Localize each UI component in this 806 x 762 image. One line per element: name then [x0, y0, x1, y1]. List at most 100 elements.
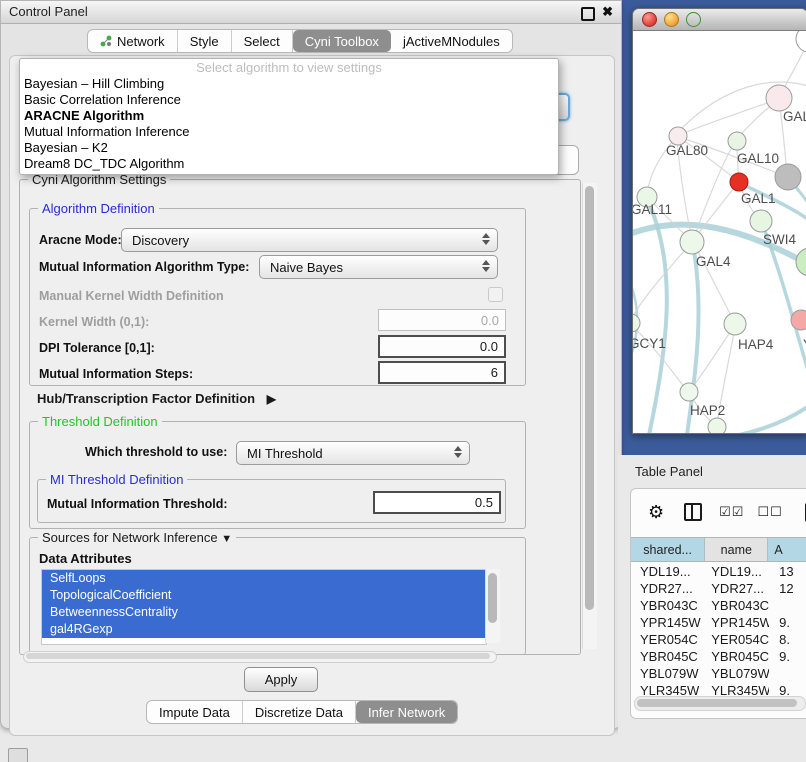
- network-node-y[interactable]: [791, 310, 806, 330]
- close-icon[interactable]: ✖: [602, 4, 613, 20]
- table-row[interactable]: YLR345WYLR345W9.: [631, 682, 806, 697]
- bottom-tab-infer-network[interactable]: Infer Network: [356, 701, 457, 723]
- table-rows: YDL19...YDL19...13YDR27...YDR27...12YBR0…: [631, 563, 806, 697]
- table-cell: YDR27...: [631, 580, 708, 597]
- attribute-item-betweennesscentrality[interactable]: BetweennessCentrality: [42, 604, 486, 621]
- column-header-shared[interactable]: shared...: [631, 537, 705, 562]
- mi-threshold-definition-title: MI Threshold Definition: [46, 472, 187, 487]
- algorithm-dropdown-popup: Select algorithm to view settings Bayesi…: [19, 58, 559, 175]
- settings-vertical-scrollbar[interactable]: [582, 183, 597, 649]
- network-node[interactable]: [796, 248, 806, 276]
- deselect-all-checks-icon[interactable]: ☐☐: [757, 504, 782, 520]
- table-cell: YBR043C: [631, 597, 708, 614]
- attribute-item-selfloops[interactable]: SelfLoops: [42, 570, 486, 587]
- column-header-a[interactable]: A: [768, 537, 806, 562]
- dropdown-item-mutual-information-inference[interactable]: Mutual Information Inference: [20, 124, 558, 140]
- table-horizontal-scrollbar[interactable]: [634, 696, 806, 711]
- table-row[interactable]: YDR27...YDR27...12: [631, 580, 806, 597]
- dropdown-item-bayesian-hill-climbing[interactable]: Bayesian – Hill Climbing: [20, 76, 558, 92]
- table-row[interactable]: YBR045CYBR045C9.: [631, 648, 806, 665]
- network-icon: [100, 35, 112, 47]
- table-horizontal-scrollbar-thumb[interactable]: [637, 699, 797, 707]
- mi-threshold-field[interactable]: 0.5: [373, 491, 501, 514]
- network-node-swi4[interactable]: [750, 210, 772, 232]
- tab-select[interactable]: Select: [232, 30, 293, 52]
- split-columns-icon[interactable]: [684, 503, 702, 521]
- table-cell: YBL079W: [631, 665, 708, 682]
- tab-cyni-toolbox[interactable]: Cyni Toolbox: [293, 30, 391, 52]
- network-node-hap4[interactable]: [724, 313, 746, 335]
- table-row[interactable]: YPR145WYPR145W9.: [631, 614, 806, 631]
- tab-jactivemnodules[interactable]: jActiveMNodules: [391, 30, 512, 52]
- zoom-window-icon[interactable]: [686, 12, 701, 27]
- network-window-titlebar[interactable]: [633, 9, 806, 31]
- network-node-gal1[interactable]: [730, 173, 748, 191]
- mi-algorithm-type-combo[interactable]: Naive Bayes: [259, 255, 498, 279]
- network-node-gal10[interactable]: [728, 132, 746, 150]
- tab-label: Network: [117, 34, 165, 49]
- network-node[interactable]: [708, 418, 726, 433]
- aracne-mode-combo[interactable]: Discovery: [121, 228, 498, 252]
- column-header-name[interactable]: name: [705, 537, 768, 562]
- float-window-icon[interactable]: [581, 7, 595, 21]
- dropdown-item-dream8-dc-tdc-algorithm[interactable]: Dream8 DC_TDC Algorithm: [20, 156, 558, 172]
- dropdown-item-basic-correlation-inference[interactable]: Basic Correlation Inference: [20, 92, 558, 108]
- gear-icon[interactable]: ⚙: [648, 502, 664, 523]
- which-threshold-combo[interactable]: MI Threshold: [236, 441, 470, 465]
- control-panel-titlebar[interactable]: Control Panel ✖: [1, 1, 621, 24]
- hub-definition-toggle[interactable]: Hub/Transcription Factor Definition ▶: [37, 391, 276, 406]
- collapsed-panel-icon[interactable]: [8, 748, 28, 762]
- mi-steps-field[interactable]: 6: [378, 361, 506, 384]
- tab-label: jActiveMNodules: [403, 34, 500, 49]
- table-row[interactable]: YBL079WYBL079W: [631, 665, 806, 682]
- network-node-label: GAL80: [666, 143, 708, 158]
- dpi-tolerance-field[interactable]: 0.0: [378, 335, 506, 358]
- mi-threshold-label: Mutual Information Threshold:: [47, 497, 228, 511]
- table-cell: YDL19...: [631, 563, 708, 580]
- settings-horizontal-scrollbar-thumb[interactable]: [26, 653, 490, 659]
- aracne-mode-value: Discovery: [132, 233, 189, 248]
- tab-network[interactable]: Network: [88, 30, 178, 52]
- network-node[interactable]: [796, 31, 806, 52]
- table-toolbar: ⚙ ☑☑ ☐☐: [631, 489, 806, 535]
- network-node-gcy1[interactable]: [633, 314, 640, 332]
- control-panel-title: Control Panel: [9, 4, 88, 19]
- network-edge[interactable]: [729, 403, 806, 433]
- data-attributes-list[interactable]: SelfLoopsTopologicalCoefficientBetweenne…: [41, 569, 487, 645]
- tab-style[interactable]: Style: [178, 30, 232, 52]
- table-row[interactable]: YBR043CYBR043C: [631, 597, 806, 614]
- table-cell: 8.: [769, 631, 806, 648]
- dropdown-item-bayesian-k2[interactable]: Bayesian – K2: [20, 140, 558, 156]
- dropdown-item-aracne-algorithm[interactable]: ARACNE Algorithm: [20, 108, 558, 124]
- table-cell: 12: [769, 580, 806, 597]
- table-cell: 13: [769, 563, 806, 580]
- attribute-item-topologicalcoefficient[interactable]: TopologicalCoefficient: [42, 587, 486, 604]
- close-window-icon[interactable]: [642, 12, 657, 27]
- bottom-tab-impute-data[interactable]: Impute Data: [147, 701, 243, 723]
- network-graph[interactable]: GAL7GAL80GAL10GAL1GAL11SWI4GAL4GCY1HAP4Y…: [633, 31, 806, 433]
- table-row[interactable]: YDL19...YDL19...13: [631, 563, 806, 580]
- settings-vertical-scrollbar-thumb[interactable]: [585, 186, 594, 610]
- attribute-item-gal4rgexp[interactable]: gal4RGexp: [42, 621, 486, 638]
- network-node-gal4[interactable]: [680, 230, 704, 254]
- table-row[interactable]: YER054CYER054C8.: [631, 631, 806, 648]
- manual-kernel-width-checkbox[interactable]: [488, 287, 503, 302]
- bottom-tab-label: Discretize Data: [255, 705, 343, 720]
- network-node-hap2[interactable]: [680, 383, 698, 401]
- attributes-scrollbar-thumb[interactable]: [488, 573, 497, 623]
- network-node[interactable]: [775, 164, 801, 190]
- hub-definition-label: Hub/Transcription Factor Definition: [37, 391, 255, 406]
- bottom-tab-discretize-data[interactable]: Discretize Data: [243, 701, 356, 723]
- settings-horizontal-scrollbar[interactable]: [23, 651, 497, 663]
- table-cell: [769, 665, 806, 682]
- minimize-window-icon[interactable]: [664, 12, 679, 27]
- network-edge[interactable]: [647, 199, 667, 433]
- network-node-gal7[interactable]: [766, 85, 792, 111]
- apply-button[interactable]: Apply: [244, 667, 318, 692]
- select-all-checks-icon[interactable]: ☑☑: [719, 504, 744, 520]
- attributes-scrollbar[interactable]: [485, 569, 500, 643]
- network-view-window: GAL7GAL80GAL10GAL1GAL11SWI4GAL4GCY1HAP4Y…: [632, 8, 806, 434]
- table-panel-title: Table Panel: [635, 464, 703, 479]
- kernel-width-field[interactable]: 0.0: [378, 309, 506, 331]
- chevron-down-icon[interactable]: ▼: [221, 533, 232, 545]
